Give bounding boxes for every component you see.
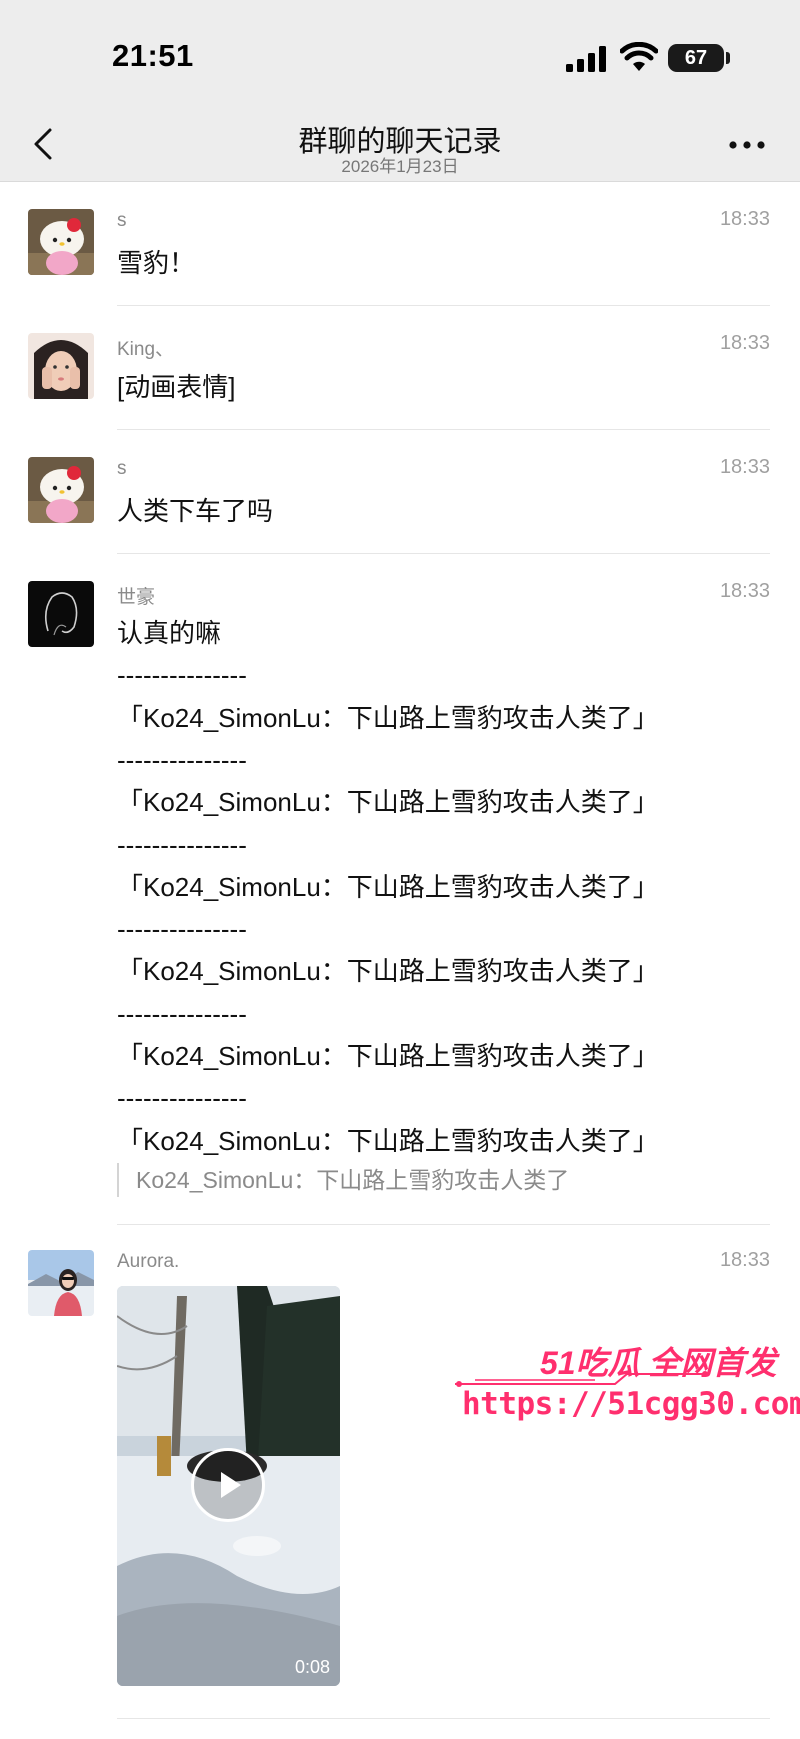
wifi-icon <box>620 42 658 71</box>
message-time: 18:33 <box>719 1249 770 1271</box>
message-text: 雪豹！ <box>117 248 196 278</box>
status-time: 21:51 <box>112 38 194 73</box>
message-line: --------------- <box>117 745 247 775</box>
sender-name: s <box>117 210 127 231</box>
watermark-brand: 51吃瓜 全网首发 <box>540 1345 777 1381</box>
avatar-girl[interactable] <box>28 333 94 399</box>
avatar-silhouette[interactable] <box>28 581 94 647</box>
message-line: --------------- <box>117 830 247 860</box>
signal-icon <box>566 46 606 72</box>
sender-name: s <box>117 458 127 479</box>
battery-nub <box>726 52 730 64</box>
message-line: 「Ko24_SimonLu：下山路上雪豹攻击人类了」 <box>117 787 659 817</box>
play-icon <box>221 1472 241 1498</box>
message-line: --------------- <box>117 914 247 944</box>
message-line: 认真的嘛 <box>117 618 222 648</box>
message-line: 「Ko24_SimonLu：下山路上雪豹攻击人类了」 <box>117 956 659 986</box>
message-time: 18:33 <box>719 332 770 354</box>
message-line: --------------- <box>117 999 247 1029</box>
divider <box>117 429 770 430</box>
watermark-url: https://51cgg30.com <box>462 1386 800 1422</box>
more-icon[interactable] <box>728 140 766 150</box>
quoted-message[interactable]: Ko24_SimonLu：下山路上雪豹攻击人类了 <box>117 1163 569 1197</box>
avatar-aurora[interactable] <box>28 1250 94 1316</box>
divider <box>117 1718 770 1719</box>
message-text: 人类下车了吗 <box>117 496 274 526</box>
divider <box>117 553 770 554</box>
nav-bar: 群聊的聊天记录 2026年1月23日 <box>0 110 800 182</box>
sender-name: Aurora. <box>117 1251 180 1272</box>
message-line: --------------- <box>117 660 247 690</box>
avatar-hello-kitty[interactable] <box>28 209 94 275</box>
message-line: 「Ko24_SimonLu：下山路上雪豹攻击人类了」 <box>117 1041 659 1071</box>
message-line: --------------- <box>117 1083 247 1113</box>
message-text: [动画表情] <box>117 372 236 402</box>
video-thumbnail[interactable]: 0:08 <box>117 1286 340 1686</box>
message-time: 18:33 <box>719 456 770 478</box>
play-button[interactable] <box>191 1448 265 1522</box>
divider <box>117 1224 770 1225</box>
message-line: 「Ko24_SimonLu：下山路上雪豹攻击人类了」 <box>117 872 659 902</box>
sender-name: 世豪 <box>117 587 156 608</box>
page-subtitle: 2026年1月23日 <box>341 157 459 176</box>
divider <box>117 305 770 306</box>
message-line: 「Ko24_SimonLu：下山路上雪豹攻击人类了」 <box>117 1126 659 1156</box>
status-bar: 21:51 67 <box>0 0 800 110</box>
sender-name: King、 <box>117 339 175 360</box>
battery-indicator: 67 <box>668 44 724 72</box>
video-duration: 0:08 <box>294 1657 330 1677</box>
message-time: 18:33 <box>719 208 770 230</box>
message-time: 18:33 <box>719 580 770 602</box>
avatar-hello-kitty[interactable] <box>28 457 94 523</box>
message-line: 「Ko24_SimonLu：下山路上雪豹攻击人类了」 <box>117 703 659 733</box>
watermark: 51吃瓜 全网首发 https://51cgg30.com <box>455 1338 800 1428</box>
